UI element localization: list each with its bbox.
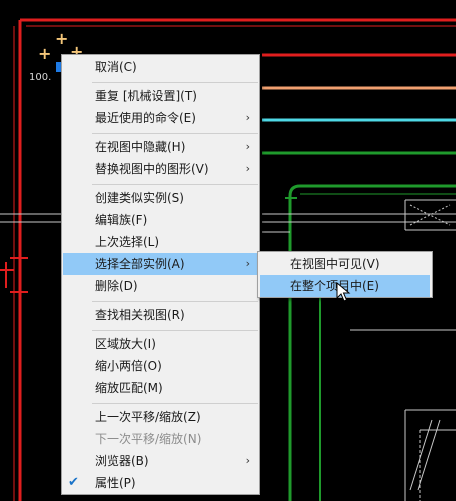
menu-item-repeat-mechanical-settings[interactable]: 重复 [机械设置](T) [63, 85, 259, 107]
menu-item-label: 替换视图中的图形(V) [95, 162, 209, 176]
menu-item-select-all-instances[interactable]: 选择全部实例(A) › [63, 253, 259, 275]
menu-item-label: 最近使用的命令(E) [95, 111, 196, 125]
menu-item-delete[interactable]: 删除(D) [63, 275, 259, 297]
submenu-arrow-icon: › [245, 162, 250, 175]
menu-separator [92, 330, 258, 331]
menu-separator [92, 184, 258, 185]
checkmark-icon: ✔ [68, 475, 79, 490]
menu-item-label: 下一次平移/缩放(N) [95, 432, 202, 446]
menu-item-label: 选择全部实例(A) [95, 257, 185, 271]
menu-separator [92, 301, 258, 302]
submenu-arrow-icon: › [245, 257, 250, 270]
menu-item-cancel[interactable]: 取消(C) [63, 56, 259, 78]
menu-item-select-previous[interactable]: 上次选择(L) [63, 231, 259, 253]
menu-item-edit-family[interactable]: 编辑族(F) [63, 209, 259, 231]
submenu-arrow-icon: › [245, 111, 250, 124]
menu-item-recent-commands[interactable]: 最近使用的命令(E) › [63, 107, 259, 129]
menu-item-override-graphics[interactable]: 替换视图中的图形(V) › [63, 158, 259, 180]
plus-grip-icon[interactable]: + [38, 46, 51, 62]
menu-item-find-referring-views[interactable]: 查找相关视图(R) [63, 304, 259, 326]
menu-item-zoom-in-region[interactable]: 区域放大(I) [63, 333, 259, 355]
menu-item-label: 浏览器(B) [95, 454, 149, 468]
menu-item-zoom-to-fit[interactable]: 缩放匹配(M) [63, 377, 259, 399]
submenu-arrow-icon: › [245, 454, 250, 467]
menu-item-label: 属性(P) [95, 476, 136, 490]
menu-item-hide-in-view[interactable]: 在视图中隐藏(H) › [63, 136, 259, 158]
canvas-annotation-text: 100. [29, 72, 52, 83]
submenu-item-visible-in-view[interactable]: 在视图中可见(V) [260, 253, 430, 275]
menu-item-properties[interactable]: ✔ 属性(P) [63, 472, 259, 494]
plus-grip-icon[interactable]: + [55, 31, 68, 47]
menu-item-zoom-out-2x[interactable]: 缩小两倍(O) [63, 355, 259, 377]
mouse-pointer-icon [336, 282, 351, 302]
menu-item-previous-pan-zoom[interactable]: 上一次平移/缩放(Z) [63, 406, 259, 428]
menu-item-next-pan-zoom: 下一次平移/缩放(N) [63, 428, 259, 450]
green-pipe-lines [262, 151, 456, 501]
submenu-item-label: 在视图中可见(V) [290, 257, 380, 271]
menu-item-label: 查找相关视图(R) [95, 308, 185, 322]
context-menu: 取消(C) 重复 [机械设置](T) 最近使用的命令(E) › 在视图中隐藏(H) › 替换… [61, 54, 260, 495]
menu-item-label: 创建类似实例(S) [95, 191, 184, 205]
menu-item-label: 编辑族(F) [95, 213, 148, 227]
menu-separator [92, 82, 258, 83]
menu-item-label: 上一次平移/缩放(Z) [95, 410, 201, 424]
menu-item-label: 缩放匹配(M) [95, 381, 163, 395]
menu-item-label: 区域放大(I) [95, 337, 156, 351]
menu-item-label: 重复 [机械设置](T) [95, 89, 197, 103]
menu-item-create-similar[interactable]: 创建类似实例(S) [63, 187, 259, 209]
menu-separator [92, 133, 258, 134]
menu-item-label: 取消(C) [95, 60, 137, 74]
submenu-item-label: 在整个项目中(E) [290, 279, 379, 293]
menu-item-label: 在视图中隐藏(H) [95, 140, 186, 154]
menu-separator [92, 403, 258, 404]
menu-item-label: 缩小两倍(O) [95, 359, 162, 373]
menu-item-label: 上次选择(L) [95, 235, 160, 249]
menu-item-browsers[interactable]: 浏览器(B) › [63, 450, 259, 472]
menu-item-label: 删除(D) [95, 279, 138, 293]
submenu-arrow-icon: › [245, 140, 250, 153]
